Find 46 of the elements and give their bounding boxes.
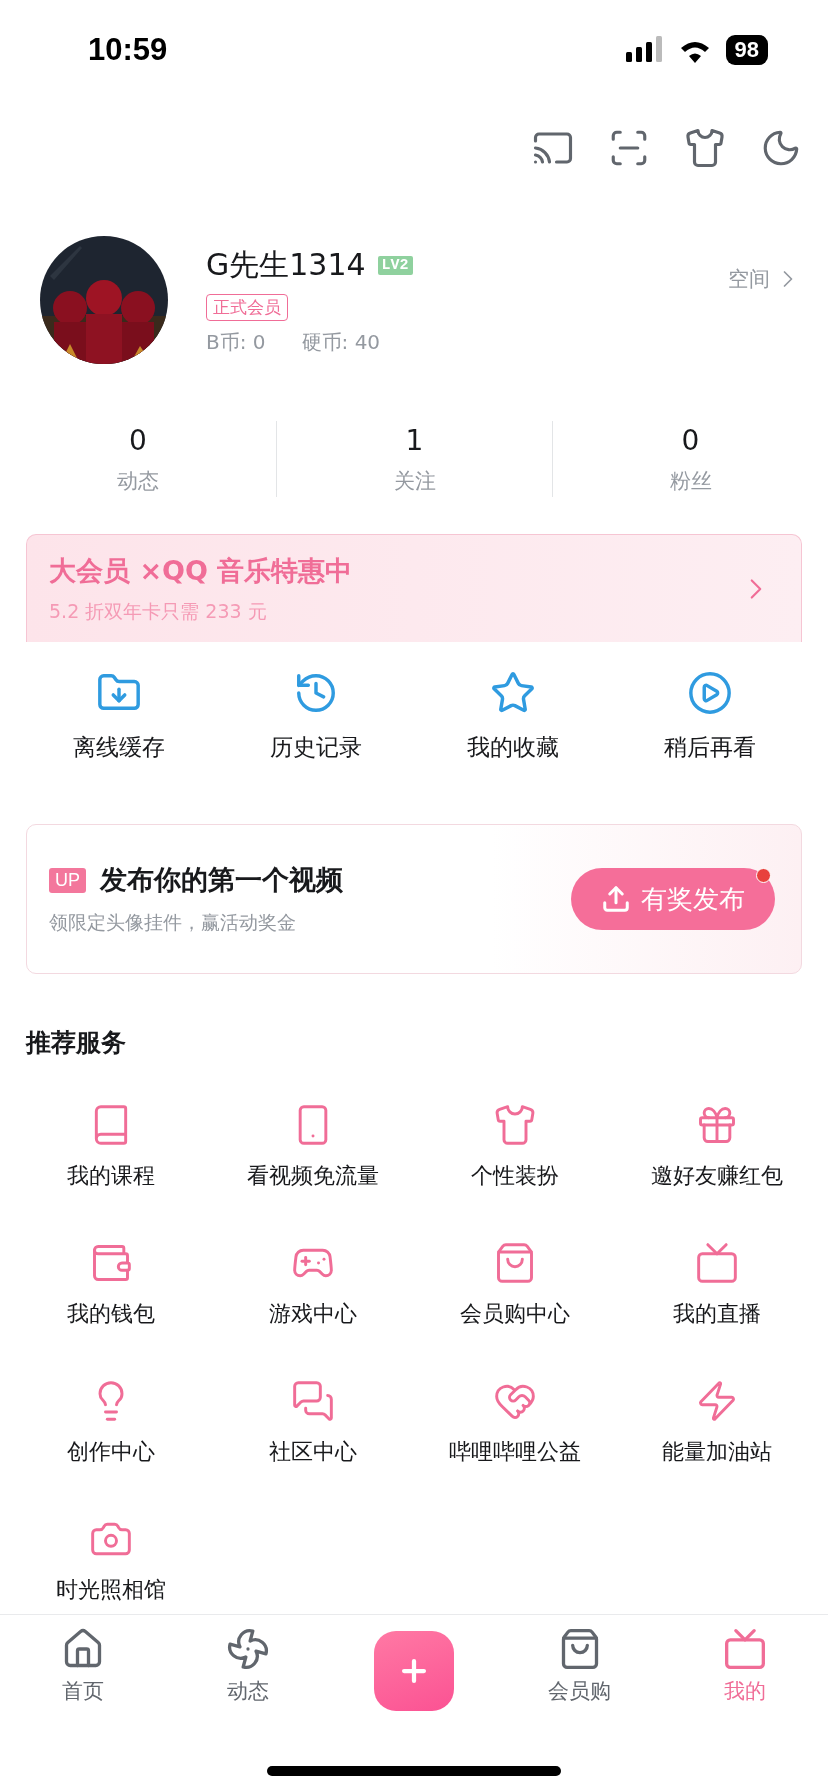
add-button[interactable] xyxy=(374,1631,454,1711)
battery-indicator: 98 xyxy=(725,35,768,65)
service-label[interactable]: 游戏中心 xyxy=(269,1299,357,1329)
quick-action-label[interactable]: 历史记录 xyxy=(269,732,362,763)
card-title: 发布你的第一个视频 xyxy=(100,863,343,897)
service-label[interactable]: 个性装扮 xyxy=(471,1161,559,1191)
chat-icon[interactable] xyxy=(291,1379,335,1423)
tab-item[interactable]: 首页 xyxy=(0,1627,166,1711)
service-label[interactable]: 我的直播 xyxy=(673,1299,761,1329)
service-label[interactable]: 会员购中心 xyxy=(460,1299,570,1329)
service-label[interactable]: 邀好友赚红包 xyxy=(651,1161,783,1191)
tv-icon[interactable] xyxy=(695,1241,739,1285)
coin-balance: 硬币: 40 xyxy=(301,328,381,356)
upload-icon xyxy=(601,884,631,914)
banner-subtitle: 5.2 折双年卡只需 233 元 xyxy=(49,598,268,624)
quick-action-label[interactable]: 稍后再看 xyxy=(663,732,756,763)
service-label[interactable]: 我的钱包 xyxy=(67,1299,155,1329)
service-label[interactable]: 能量加油站 xyxy=(662,1437,772,1467)
service-label[interactable]: 创作中心 xyxy=(67,1437,155,1467)
user-name: G先生1314 xyxy=(206,245,366,284)
tv-icon xyxy=(723,1627,768,1671)
pinwheel-icon xyxy=(226,1627,271,1671)
service-label[interactable]: 看视频免流量 xyxy=(247,1161,379,1191)
tab-item[interactable]: 会员购 xyxy=(496,1627,663,1711)
stat-count[interactable]: 0 xyxy=(129,423,147,457)
card-subtitle: 领限定头像挂件，赢活动奖金 xyxy=(49,910,297,935)
up-tag: UP xyxy=(49,867,86,893)
service-label[interactable]: 时光照相馆 xyxy=(56,1575,166,1605)
stat-count[interactable]: 0 xyxy=(681,423,700,457)
shirt-icon[interactable] xyxy=(684,126,726,169)
service-label[interactable]: 哔哩哔哩公益 xyxy=(449,1437,581,1467)
service-label[interactable]: 社区中心 xyxy=(269,1437,357,1467)
play-circle-icon[interactable] xyxy=(686,670,733,716)
shirt-icon[interactable] xyxy=(493,1103,537,1147)
signal-icon xyxy=(625,36,664,64)
stat-count[interactable]: 1 xyxy=(405,423,424,457)
tab-item[interactable]: 动态 xyxy=(165,1627,332,1711)
coin-balance: B币: 0 xyxy=(206,328,266,356)
member-badge: 正式会员 xyxy=(206,293,288,321)
quick-action-label[interactable]: 我的收藏 xyxy=(466,732,559,763)
banner-title: 大会员 ×QQ 音乐特惠中 xyxy=(49,553,354,588)
level-badge: LV2 xyxy=(377,255,413,275)
service-label[interactable]: 我的课程 xyxy=(67,1161,155,1191)
status-time: 10:59 xyxy=(88,32,168,68)
section-title: 推荐服务 xyxy=(24,1027,127,1059)
quick-action-label[interactable]: 离线缓存 xyxy=(72,732,165,763)
